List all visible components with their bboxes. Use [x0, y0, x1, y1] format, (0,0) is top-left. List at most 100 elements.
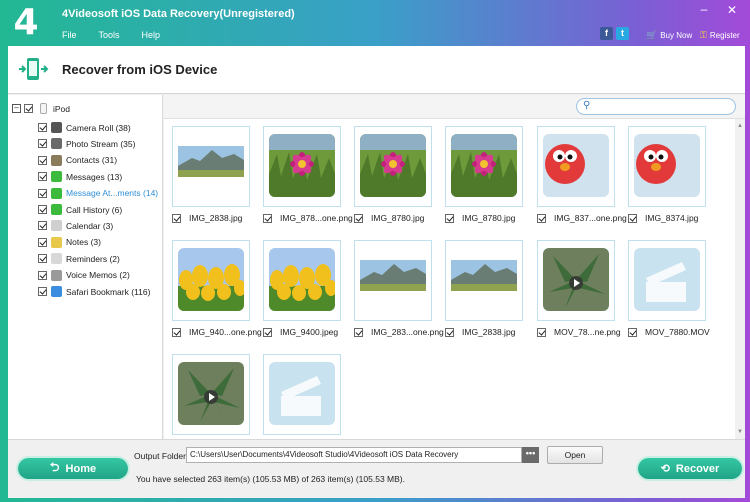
app-logo: 4 [13, 2, 39, 43]
tree-item[interactable]: Camera Roll (38) [38, 122, 131, 133]
file-name: IMG_8780.jpg [371, 213, 425, 223]
tree-item-checkbox[interactable] [38, 287, 47, 296]
file-checkbox[interactable] [354, 213, 363, 223]
buy-now-link[interactable]: 🛒 Buy Now [646, 30, 692, 41]
tree-item-label: Call History (6) [66, 204, 123, 215]
menu-tools[interactable]: Tools [99, 30, 120, 40]
file-name: IMG_8374.jpg [645, 213, 699, 223]
menu-file[interactable]: File [62, 30, 77, 40]
file-checkbox[interactable] [628, 327, 637, 337]
file-thumbnail [360, 248, 426, 311]
file-thumbnail [634, 248, 700, 311]
tree-item[interactable]: Call History (6) [38, 204, 122, 215]
file-caption: IMG_2838.jpg [445, 327, 515, 337]
file-checkbox[interactable] [445, 213, 454, 223]
file-thumbnail [269, 248, 335, 311]
tree-item-checkbox[interactable] [38, 205, 47, 214]
bottom-bar: ⮌ Home Output Folder: C:\Users\User\Docu… [8, 439, 745, 498]
file-checkbox[interactable] [263, 327, 272, 337]
tree-root-checkbox[interactable] [24, 104, 33, 113]
tree-item-label: Voice Memos (2) [66, 270, 130, 281]
search-bar: ⚲ [164, 95, 745, 119]
file-tile[interactable] [445, 126, 523, 207]
ipod-icon [40, 103, 47, 114]
file-checkbox[interactable] [172, 327, 181, 337]
file-tile[interactable] [263, 126, 341, 207]
app-window: 4 4Videosoft iOS Data Recovery(Unregiste… [0, 0, 750, 502]
output-folder-field[interactable]: C:\Users\User\Documents\4Videosoft Studi… [186, 447, 522, 463]
camera-icon [51, 122, 62, 133]
file-tile[interactable] [537, 240, 615, 321]
tree-item-label: Notes (3) [66, 237, 101, 248]
register-link[interactable]: ⚿ Register [700, 30, 740, 41]
tree-item-label: Photo Stream (35) [66, 138, 136, 149]
tree-item[interactable]: Safari Bookmark (116) [38, 286, 150, 297]
file-thumbnail [178, 362, 244, 425]
file-tile[interactable] [172, 240, 250, 321]
tree-item-label: Calendar (3) [66, 220, 114, 231]
recover-label: Recover [675, 462, 720, 475]
file-tile[interactable] [445, 240, 523, 321]
file-checkbox[interactable] [537, 327, 546, 337]
file-tile[interactable] [263, 240, 341, 321]
tree-item-checkbox[interactable] [38, 123, 47, 132]
tree-item-label: Message At...ments (14) [66, 188, 159, 199]
close-button[interactable]: ✕ [722, 3, 742, 17]
menu-help[interactable]: Help [142, 30, 161, 40]
file-name: IMG_878...one.png [280, 213, 353, 223]
tree-item-checkbox[interactable] [38, 221, 47, 231]
file-tile[interactable] [354, 126, 432, 207]
tree-item[interactable]: Voice Memos (2) [38, 269, 130, 281]
back-arrow-icon: ⮌ [49, 460, 60, 474]
tree-item[interactable]: Calendar (3) [38, 220, 114, 232]
tree-item[interactable]: Contacts (31) [38, 154, 117, 166]
safari-icon [51, 286, 62, 297]
home-label: Home [65, 462, 97, 475]
file-tile[interactable] [628, 126, 706, 207]
file-checkbox[interactable] [537, 213, 546, 223]
file-thumbnail [543, 134, 609, 197]
file-checkbox[interactable] [263, 213, 272, 223]
tree-item[interactable]: Reminders (2) [38, 253, 120, 265]
file-checkbox[interactable] [354, 327, 363, 337]
tree-item-checkbox[interactable] [38, 188, 47, 198]
register-label: Register [709, 31, 740, 40]
tree-item-checkbox[interactable] [38, 237, 47, 247]
tree-item[interactable]: Message At...ments (14) [38, 187, 159, 199]
file-checkbox[interactable] [445, 327, 454, 337]
tree-item[interactable]: Photo Stream (35) [38, 138, 136, 150]
tree-item-checkbox[interactable] [38, 254, 47, 264]
recover-button[interactable]: ⟲ Recover [638, 458, 742, 479]
file-tile[interactable] [354, 240, 432, 321]
file-tile[interactable] [537, 126, 615, 207]
facebook-icon[interactable]: f [600, 27, 613, 40]
twitter-icon[interactable]: t [616, 27, 629, 40]
menu-bar: File Tools Help [62, 30, 160, 40]
file-checkbox[interactable] [628, 213, 637, 223]
file-tile[interactable] [172, 354, 250, 435]
file-tile[interactable] [172, 126, 250, 207]
tree-item-checkbox[interactable] [38, 172, 47, 182]
home-button[interactable]: ⮌ Home [18, 458, 128, 479]
search-input[interactable]: ⚲ [576, 98, 736, 115]
search-icon: ⚲ [583, 100, 591, 111]
file-thumbnail [178, 248, 244, 311]
tree-item[interactable]: Messages (13) [38, 171, 122, 183]
file-tile[interactable] [263, 354, 341, 435]
tree-item-checkbox[interactable] [38, 270, 47, 280]
key-icon: ⚿ [700, 30, 707, 40]
browse-button[interactable]: ••• [522, 447, 539, 463]
tree-item-label: Camera Roll (38) [66, 122, 131, 133]
file-tile[interactable] [628, 240, 706, 321]
file-thumbnail [451, 248, 517, 311]
vertical-scrollbar[interactable]: ▲ ▼ [735, 119, 745, 439]
minimize-button[interactable]: – [694, 2, 714, 16]
tree-root-label: iPod [53, 103, 71, 114]
tree-item-checkbox[interactable] [38, 139, 47, 149]
tree-item-checkbox[interactable] [38, 155, 47, 165]
tree-root-ipod[interactable]: – iPod [12, 103, 70, 114]
file-checkbox[interactable] [172, 213, 181, 223]
tree-item[interactable]: Notes (3) [38, 236, 101, 248]
collapse-icon[interactable]: – [12, 104, 21, 113]
open-button[interactable]: Open [547, 446, 603, 464]
